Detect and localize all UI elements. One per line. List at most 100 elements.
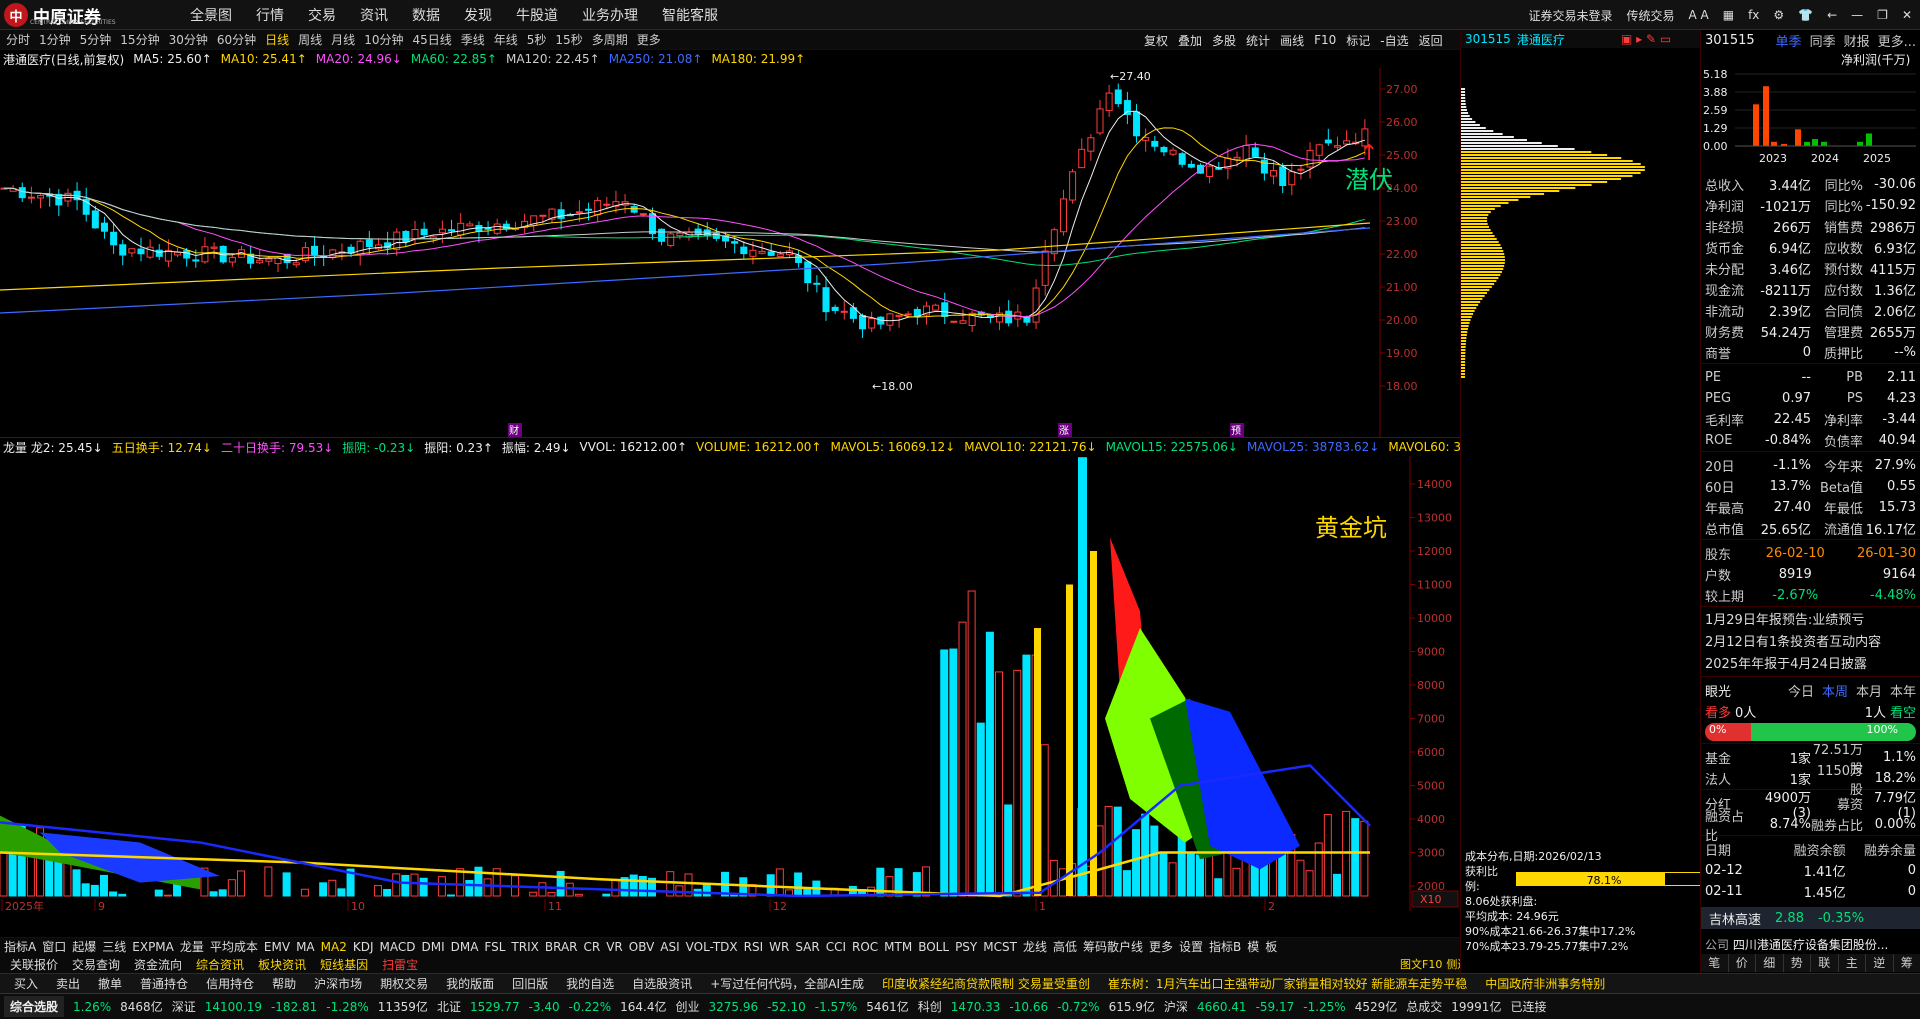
fin-tab-quarter[interactable]: 单季 — [1776, 31, 1802, 50]
action-item[interactable]: 普通持仓 — [140, 975, 188, 992]
menu-item[interactable]: 发现 — [464, 5, 492, 25]
chart-tool-button[interactable]: F10 — [1314, 33, 1336, 47]
indicator-tab[interactable]: BOLL — [918, 940, 949, 954]
indicator-tab[interactable]: VR — [606, 940, 623, 954]
candlestick-chart[interactable]: 27.0026.0025.0024.0023.0022.0021.0020.00… — [0, 68, 1460, 438]
action-item[interactable]: 撤单 — [98, 975, 122, 992]
indicator-tab[interactable]: 更多 — [1149, 938, 1173, 955]
indicator-tab[interactable]: ASI — [660, 940, 679, 954]
chart-tool-button[interactable]: 复权 — [1144, 32, 1168, 49]
fin-tab-more[interactable]: 更多... — [1878, 31, 1916, 50]
indicator-tab[interactable]: WR — [769, 940, 789, 954]
menu-item[interactable]: 资讯 — [360, 5, 388, 25]
indicator-tab[interactable]: CR — [584, 940, 601, 954]
chart-tool-button[interactable]: -自选 — [1380, 32, 1408, 49]
fin-bottom-tab[interactable]: 价 — [1729, 954, 1756, 972]
period-tab[interactable]: 1分钟 — [39, 31, 71, 48]
period-tab[interactable]: 30分钟 — [169, 31, 208, 48]
info-tab[interactable]: 综合资讯 — [196, 956, 244, 973]
period-tab[interactable]: 多周期 — [592, 31, 628, 48]
indicator-tab[interactable]: 起爆 — [72, 938, 96, 955]
action-item[interactable]: 帮助 — [272, 975, 296, 992]
trade-mode[interactable]: 传统交易 — [1626, 7, 1674, 24]
minimize-icon[interactable]: — — [1851, 8, 1863, 22]
eye-tab-today[interactable]: 今日 — [1788, 681, 1814, 700]
info-tab[interactable]: 短线基因 — [320, 956, 368, 973]
period-tab[interactable]: 10分钟 — [364, 31, 403, 48]
action-item[interactable]: 卖出 — [56, 975, 80, 992]
period-tab[interactable]: 分时 — [6, 31, 30, 48]
menu-item[interactable]: 全景图 — [190, 5, 232, 25]
indicator-tab[interactable]: OBV — [629, 940, 655, 954]
indicator-tab[interactable]: 平均成本 — [210, 938, 258, 955]
info-tab[interactable]: 扫雷宝 — [382, 956, 418, 973]
indicator-tab[interactable]: 龙线 — [1023, 938, 1047, 955]
action-item[interactable]: 买入 — [14, 975, 38, 992]
indicator-tab[interactable]: MA — [296, 940, 315, 954]
status-label[interactable]: 综合选股 — [4, 996, 65, 1017]
info-tab[interactable]: 板块资讯 — [258, 956, 306, 973]
indicator-tab[interactable]: 指标B — [1209, 938, 1241, 955]
menu-item[interactable]: 行情 — [256, 5, 284, 25]
period-tab[interactable]: 日线 — [265, 31, 289, 48]
period-tab[interactable]: 周线 — [298, 31, 322, 48]
period-tab[interactable]: 60分钟 — [217, 31, 256, 48]
action-item[interactable]: +写过任何代码，全部AI生成 — [710, 975, 864, 992]
fin-bottom-tab[interactable]: 势 — [1784, 954, 1811, 972]
action-item[interactable]: 信用持仓 — [206, 975, 254, 992]
period-tab[interactable]: 年线 — [494, 31, 518, 48]
indicator-tab[interactable]: RSI — [744, 940, 764, 954]
indicator-tab[interactable]: 板 — [1265, 938, 1277, 955]
indicator-tab[interactable]: FSL — [484, 940, 505, 954]
indicator-tab[interactable]: 三线 — [102, 938, 126, 955]
note-item[interactable]: 2025年年报于4月24日披露 — [1701, 654, 1920, 676]
action-item[interactable]: 沪深市场 — [314, 975, 362, 992]
login-status[interactable]: 证券交易未登录 — [1528, 7, 1612, 24]
indicator-tab[interactable]: 高低 — [1053, 938, 1077, 955]
gear-icon[interactable]: ⚙ — [1773, 8, 1784, 22]
indicator-tab[interactable]: 指标A — [4, 938, 36, 955]
indicator-tab[interactable]: EXPMA — [132, 940, 174, 954]
indicator-tab[interactable]: KDJ — [353, 940, 374, 954]
indicator-tab[interactable]: MCST — [983, 940, 1017, 954]
f10-link[interactable]: 图文F10 — [1400, 956, 1442, 972]
period-tab[interactable]: 更多 — [637, 31, 661, 48]
info-tab[interactable]: 交易查询 — [72, 956, 120, 973]
action-item[interactable]: 期权交易 — [380, 975, 428, 992]
indicator-tab[interactable]: EMV — [264, 940, 290, 954]
shirt-icon[interactable]: 👕 — [1798, 8, 1813, 22]
back-icon[interactable]: ← — [1827, 8, 1837, 22]
chart-tool-button[interactable]: 叠加 — [1178, 32, 1202, 49]
indicator-tab[interactable]: CCI — [826, 940, 846, 954]
action-item[interactable]: 我的自选 — [566, 975, 614, 992]
action-item[interactable]: 中国政府非洲事务特别 — [1485, 975, 1605, 992]
eye-tab-month[interactable]: 本月 — [1856, 681, 1882, 700]
menu-item[interactable]: 交易 — [308, 5, 336, 25]
indicator-tab[interactable]: SAR — [795, 940, 819, 954]
note-item[interactable]: 1月29日年报预告:业绩预亏 — [1701, 610, 1920, 632]
indicator-tab[interactable]: 模 — [1247, 938, 1259, 955]
chart-tool-button[interactable]: 多股 — [1212, 32, 1236, 49]
action-item[interactable]: 自选股资讯 — [632, 975, 692, 992]
fin-bottom-tab[interactable]: 主 — [1839, 954, 1866, 972]
chip-tools-icon[interactable]: ▣ ▸ ✎ ▭ — [1621, 32, 1671, 46]
period-tab[interactable]: 45日线 — [412, 31, 451, 48]
fin-bottom-tab[interactable]: 逆 — [1866, 954, 1894, 972]
indicator-tab[interactable]: MTM — [884, 940, 912, 954]
menu-item[interactable]: 数据 — [412, 5, 440, 25]
formula-icon[interactable]: fx — [1748, 8, 1759, 22]
chart-tool-button[interactable]: 画线 — [1280, 32, 1304, 49]
fin-bottom-tab[interactable]: 联 — [1811, 954, 1839, 972]
fin-bottom-tab[interactable]: 笔 — [1701, 954, 1729, 972]
chart-tool-button[interactable]: 统计 — [1246, 32, 1270, 49]
fin-bottom-tab[interactable]: 细 — [1756, 954, 1784, 972]
indicator-tab[interactable]: PSY — [955, 940, 977, 954]
action-item[interactable]: 印度收紧经纪商贷款限制 交易量受重创 — [882, 975, 1090, 992]
info-tab[interactable]: 关联报价 — [10, 956, 58, 973]
indicator-tab[interactable]: TRIX — [511, 940, 538, 954]
fin-tab-report[interactable]: 财报 — [1844, 31, 1870, 50]
indicator-tab[interactable]: ROC — [852, 940, 878, 954]
info-tab[interactable]: 资金流向 — [134, 956, 182, 973]
period-tab[interactable]: 5分钟 — [80, 31, 112, 48]
chart-tool-button[interactable]: 返回 — [1419, 32, 1443, 49]
